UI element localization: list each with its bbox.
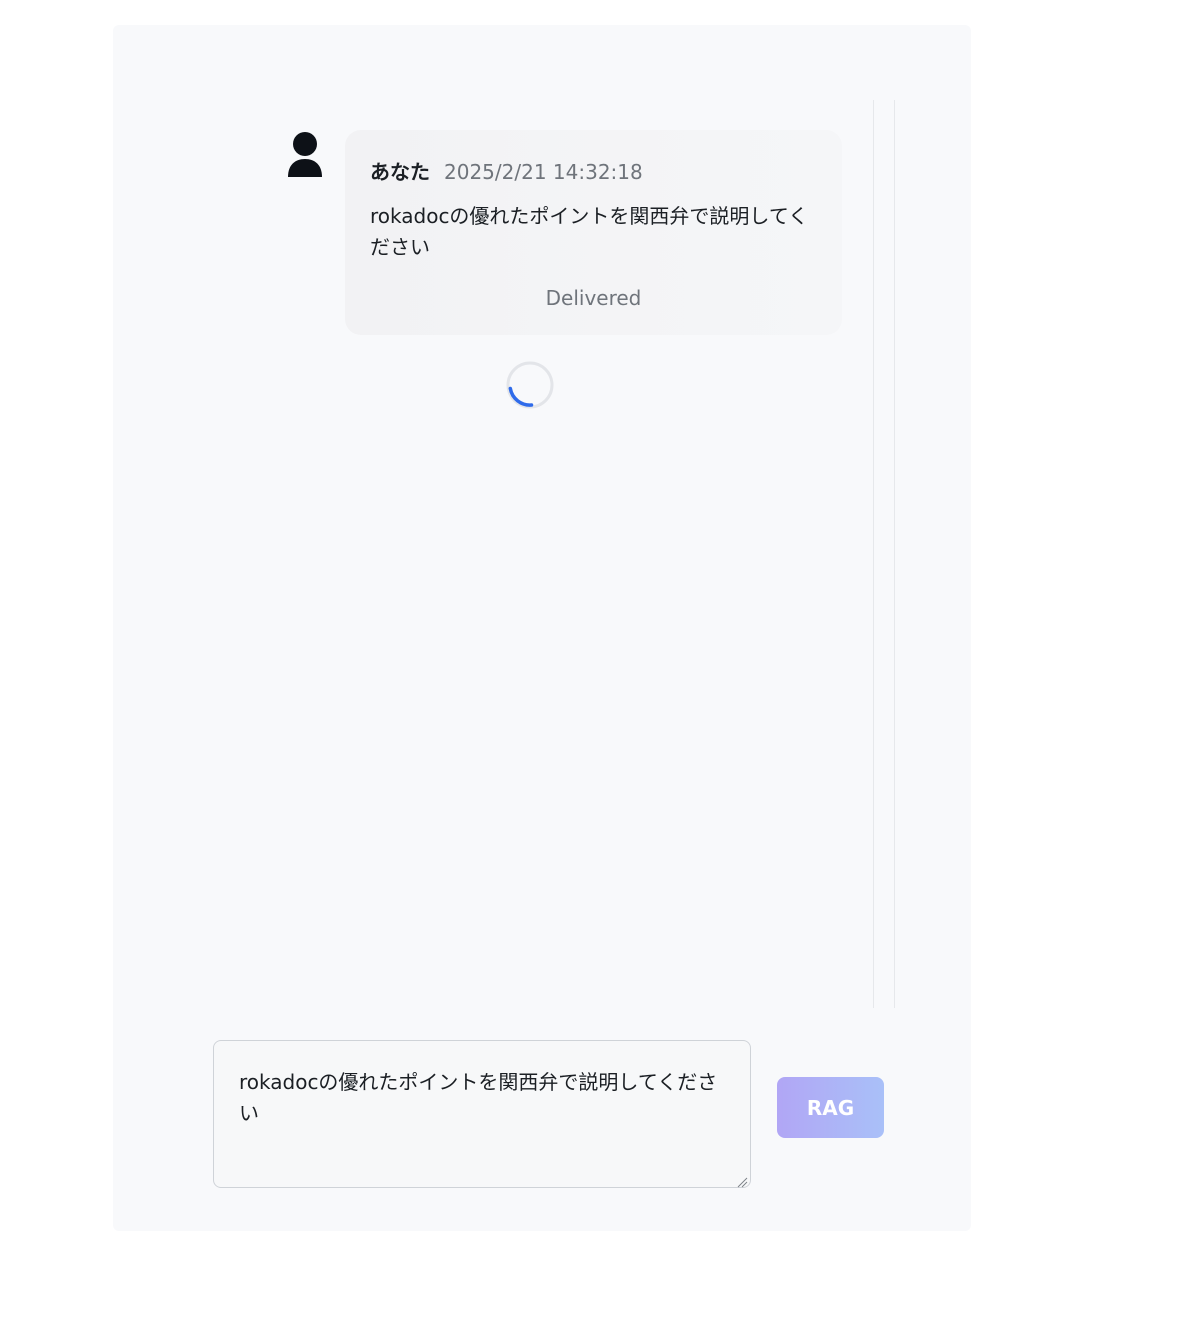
user-icon [285, 131, 325, 179]
message-sender: あなた [370, 160, 430, 184]
spinner-icon [506, 361, 554, 409]
message-input-value[interactable]: rokadocの優れたポイントを関西弁で説明してください [239, 1067, 719, 1129]
message-list[interactable]: あなた 2025/2/21 14:32:18 rokadocの優れたポイントを関… [113, 25, 971, 1025]
message-text: rokadocの優れたポイントを関西弁で説明してください [370, 204, 809, 259]
message-input[interactable]: rokadocの優れたポイントを関西弁で説明してください [213, 1040, 751, 1188]
scrollbar[interactable] [873, 100, 895, 1008]
message-timestamp: 2025/2/21 14:32:18 [444, 160, 643, 184]
resize-handle-icon[interactable] [736, 1173, 748, 1188]
chat-panel: あなた 2025/2/21 14:32:18 rokadocの優れたポイントを関… [113, 25, 971, 1231]
rag-submit-button[interactable]: RAG [777, 1077, 884, 1138]
message-bubble: あなた 2025/2/21 14:32:18 rokadocの優れたポイントを関… [345, 130, 842, 335]
message-status: Delivered [545, 286, 642, 310]
message-header: あなた 2025/2/21 14:32:18 [370, 156, 817, 186]
